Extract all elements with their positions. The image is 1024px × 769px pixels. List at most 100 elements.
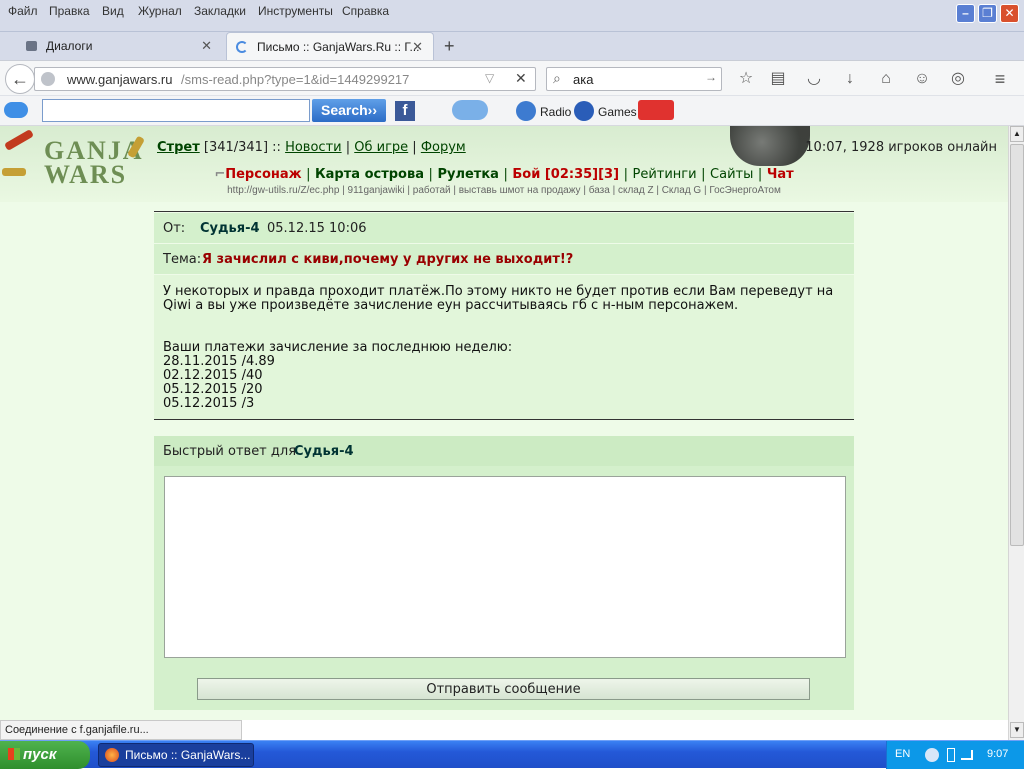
menu-help[interactable]: Справка	[342, 4, 389, 18]
pocket-icon[interactable]: ◡	[803, 68, 825, 90]
menu-bookmarks[interactable]: Закладки	[194, 4, 246, 18]
url-host: www.ganjawars.ru	[67, 72, 173, 87]
send-message-button[interactable]: Отправить сообщение	[197, 678, 810, 700]
toolbar-logo-icon[interactable]	[4, 102, 28, 118]
reading-list-icon[interactable]: ▤	[767, 68, 789, 90]
stop-icon[interactable]: ✕	[515, 70, 527, 87]
nav-chat[interactable]: Чат	[767, 167, 794, 182]
rifle-icon: ⌐	[214, 167, 226, 182]
social-icon[interactable]	[638, 100, 674, 120]
nav-fight[interactable]: Бой [02:35][3]	[512, 167, 619, 182]
nav-ratings[interactable]: Рейтинги	[633, 167, 697, 182]
message-subject: Я зачислил с киви,почему у других не вых…	[202, 252, 574, 267]
minimize-icon[interactable]: –	[956, 4, 975, 23]
taskbar-firefox-item[interactable]: Письмо :: GanjaWars...	[98, 743, 254, 767]
bookmark-star-icon[interactable]: ☆	[735, 68, 757, 90]
sender-name[interactable]: Судья-4	[200, 221, 260, 236]
message-body: У некоторых и правда проходит платёж.По …	[154, 275, 854, 419]
toolbar-search-button[interactable]: Search››	[312, 99, 386, 122]
divider	[154, 419, 854, 420]
quick-reply-panel: Быстрый ответ для Судья-4 Отправить сооб…	[154, 436, 854, 710]
reply-recipient[interactable]: Судья-4	[294, 444, 354, 459]
addon-icon[interactable]: ◎	[947, 68, 969, 90]
scroll-thumb[interactable]	[1010, 144, 1024, 546]
news-link[interactable]: Новости	[285, 140, 342, 155]
forum-link[interactable]: Форум	[421, 140, 466, 155]
online-status: 10:07, 1928 игроков онлайн	[805, 140, 997, 155]
battery-icon	[947, 748, 955, 762]
about-link[interactable]: Об игре	[354, 140, 408, 155]
signal-icon	[961, 750, 973, 760]
close-window-icon[interactable]: ✕	[1000, 4, 1019, 23]
navigation-bar: ← www.ganjawars.ru /sms-read.php?type=1&…	[0, 60, 1024, 96]
tab-letter[interactable]: Письмо :: GanjaWars.Ru :: Г... ✕	[226, 32, 434, 60]
reply-textarea[interactable]	[164, 476, 846, 658]
browser-title-bar: Файл Правка Вид Журнал Закладки Инструме…	[0, 0, 1024, 32]
user-info-bar: Стрет [341/341] :: Новости | Об игре | Ф…	[157, 140, 466, 155]
radio-label[interactable]: Radio	[540, 105, 571, 119]
globe-icon	[41, 72, 55, 86]
message-subject-row: Тема: Я зачислил с киви,почему у других …	[154, 244, 854, 274]
user-link[interactable]: Стрет	[157, 140, 200, 155]
menu-history[interactable]: Журнал	[138, 4, 182, 18]
scroll-down-icon[interactable]: ▼	[1010, 722, 1024, 738]
nav-roulette[interactable]: Рулетка	[437, 167, 498, 182]
hp-value: [341/341]	[203, 140, 269, 155]
system-tray: EN 9:07	[886, 741, 1024, 769]
payment-item: 05.12.2015 /20	[163, 382, 263, 397]
url-bar[interactable]: www.ganjawars.ru /sms-read.php?type=1&id…	[34, 67, 536, 91]
divider	[154, 211, 854, 212]
hamburger-menu-icon[interactable]: ≡	[989, 68, 1011, 90]
tab-label: Письмо :: GanjaWars.Ru :: Г...	[257, 40, 420, 54]
games-label[interactable]: Games	[598, 105, 637, 119]
payment-item: 28.11.2015 /4.89	[163, 354, 275, 369]
clock: 9:07	[987, 748, 1009, 760]
toolbar-search-input[interactable]	[42, 99, 310, 122]
loading-icon	[236, 41, 248, 53]
bullet-icon	[4, 129, 34, 151]
nav-character[interactable]: Персонаж	[225, 167, 301, 182]
payment-item: 02.12.2015 /40	[163, 368, 263, 383]
dropdown-icon[interactable]: ▽	[485, 71, 494, 85]
binoculars-image	[730, 126, 810, 166]
search-go-icon[interactable]: →	[705, 70, 717, 84]
download-icon[interactable]: ↓	[839, 68, 861, 90]
menu-file[interactable]: Файл	[8, 4, 38, 18]
start-button[interactable]: пуск	[0, 741, 90, 769]
payment-item: 05.12.2015 /3	[163, 396, 255, 411]
close-tab-icon[interactable]: ✕	[412, 33, 423, 61]
chat-bubble-icon[interactable]: ☺	[911, 68, 933, 90]
games-icon[interactable]	[574, 101, 594, 121]
menu-tools[interactable]: Инструменты	[258, 4, 333, 18]
tab-strip: Диалоги ✕ Письмо :: GanjaWars.Ru :: Г...…	[0, 32, 1024, 60]
tray-arrow-icon[interactable]	[925, 748, 939, 762]
home-icon[interactable]: ⌂	[875, 68, 897, 90]
tab-dialogs[interactable]: Диалоги ✕	[16, 32, 222, 60]
new-tab-icon[interactable]: +	[444, 36, 455, 57]
close-tab-icon[interactable]: ✕	[201, 32, 212, 60]
scrollbar[interactable]: ▲ ▼	[1008, 126, 1024, 740]
message-from-row: От: Судья-4 05.12.15 10:06	[154, 213, 854, 243]
addon-toolbar: Search›› f Radio Games	[0, 96, 1024, 126]
quick-links[interactable]: http://gw-utils.ru/Z/ec.php | 911ganjawi…	[0, 185, 1008, 196]
windows-logo-icon	[8, 748, 20, 760]
maximize-icon[interactable]: ❐	[978, 4, 997, 23]
main-nav: ⌐Персонаж | Карта острова | Рулетка | Бо…	[214, 167, 794, 182]
chat-icon	[26, 41, 37, 51]
search-icon: ⌕	[553, 70, 561, 86]
firefox-icon	[105, 748, 119, 762]
facebook-icon[interactable]: f	[395, 101, 415, 121]
nav-sites[interactable]: Сайты	[710, 167, 753, 182]
menu-view[interactable]: Вид	[102, 4, 124, 18]
language-indicator[interactable]: EN	[895, 748, 910, 760]
search-box[interactable]: ⌕ ака →	[546, 67, 722, 91]
nav-map[interactable]: Карта острова	[315, 167, 424, 182]
menu-edit[interactable]: Правка	[49, 4, 90, 18]
taskbar: пуск Письмо :: GanjaWars... EN 9:07	[0, 740, 1024, 769]
radio-icon[interactable]	[516, 101, 536, 121]
tool-icon[interactable]	[452, 100, 488, 120]
search-input[interactable]: ака	[573, 72, 593, 87]
scroll-up-icon[interactable]: ▲	[1010, 126, 1024, 142]
back-icon[interactable]: ←	[5, 64, 35, 94]
quick-reply-header: Быстрый ответ для Судья-4	[154, 436, 854, 466]
